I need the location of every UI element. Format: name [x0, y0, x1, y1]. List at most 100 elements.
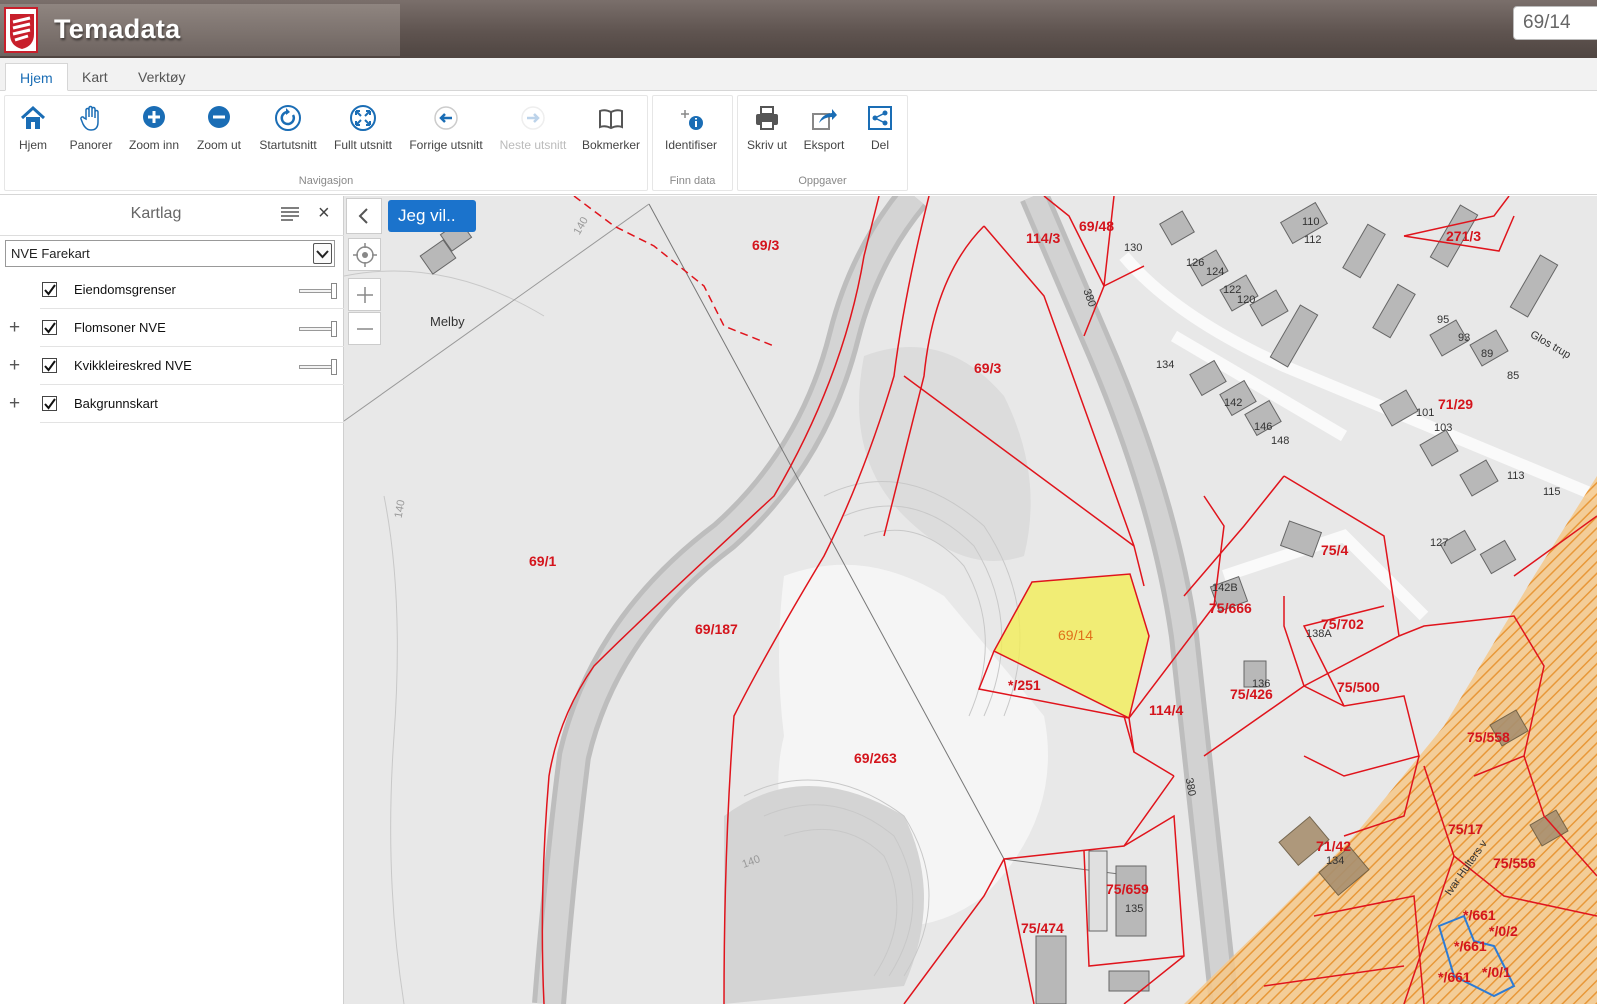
- bokmerker-label: Bokmerker: [581, 138, 640, 152]
- forward-arrow-icon: [495, 104, 571, 134]
- map-zoom-out-button[interactable]: [348, 312, 381, 345]
- layer-name: Kvikkleireskred NVE: [74, 358, 192, 373]
- identifiser-label: Identifiser: [664, 138, 718, 152]
- hjem-label: Hjem: [18, 138, 47, 152]
- map-zoom-in-button[interactable]: [348, 278, 381, 311]
- chevron-down-icon[interactable]: [313, 243, 332, 264]
- slider-handle[interactable]: [331, 359, 337, 375]
- tab-verktoy[interactable]: Verktøy: [124, 63, 199, 91]
- search-input[interactable]: 69/14: [1513, 6, 1597, 40]
- plus-icon: [356, 287, 373, 303]
- parcel-label: */251: [1008, 677, 1041, 693]
- opacity-slider[interactable]: [299, 359, 337, 375]
- neste-utsnitt-button[interactable]: Neste utsnitt: [495, 104, 571, 152]
- parcel-label: 75/500: [1337, 679, 1380, 695]
- place-name: Melby: [430, 314, 465, 329]
- layer-checkbox[interactable]: [42, 282, 57, 297]
- panorer-label: Panorer: [69, 138, 113, 152]
- house-number: 113: [1507, 470, 1525, 482]
- neste-utsnitt-label: Neste utsnitt: [499, 138, 567, 152]
- house-number: 142: [1224, 397, 1243, 409]
- group-finn-data: Identifiser Finn data: [652, 95, 733, 191]
- parcel-label: 69/3: [974, 360, 1002, 376]
- house-number: 112: [1304, 234, 1322, 246]
- parcel-label: 71/29: [1438, 396, 1474, 412]
- forrige-utsnitt-button[interactable]: Forrige utsnitt: [408, 104, 484, 152]
- house-number: 135: [1125, 903, 1144, 915]
- layer-name: Flomsoner NVE: [74, 320, 166, 335]
- parcel-label: */0/2: [1489, 923, 1518, 939]
- parcel-label: 69/48: [1079, 218, 1115, 234]
- locate-button[interactable]: [348, 238, 381, 271]
- back-arrow-icon: [408, 104, 484, 134]
- select-value: NVE Farekart: [11, 246, 90, 261]
- municipality-logo: [4, 7, 38, 53]
- expand-icon[interactable]: +: [9, 393, 25, 415]
- house-number: 134: [1326, 855, 1345, 867]
- parcel-label: */0/1: [1482, 964, 1511, 980]
- layer-name: Bakgrunnskart: [74, 396, 158, 411]
- del-button[interactable]: Del: [842, 104, 918, 152]
- fullt-utsnitt-button[interactable]: Fullt utsnitt: [325, 104, 401, 152]
- identifiser-button[interactable]: Identifiser: [653, 104, 729, 152]
- tab-kart[interactable]: Kart: [68, 63, 122, 91]
- brand-bar: Temadata: [0, 4, 400, 56]
- house-number: 146: [1254, 421, 1273, 433]
- house-number: 134: [1156, 359, 1175, 371]
- parcel-label: 75/474: [1021, 920, 1064, 936]
- bokmerker-button[interactable]: Bokmerker: [573, 104, 649, 152]
- opacity-slider[interactable]: [299, 321, 337, 337]
- house-number: 103: [1434, 422, 1453, 434]
- jeg-vil-button[interactable]: Jeg vil..: [388, 200, 476, 232]
- map-theme-select[interactable]: NVE Farekart: [5, 240, 335, 267]
- group-label-navigasjon: Navigasjon: [298, 175, 354, 187]
- collapse-panel-button[interactable]: [346, 198, 382, 234]
- identify-icon: [653, 104, 729, 134]
- parcel-label: 114/3: [1026, 230, 1061, 246]
- layer-row-kvikkleireskred: + Kvikkleireskred NVE: [0, 347, 344, 385]
- parcel-label: 69/263: [854, 750, 897, 766]
- zoom-ut-button[interactable]: Zoom ut: [181, 104, 257, 152]
- slider-handle[interactable]: [331, 321, 337, 337]
- parcel-label: 75/659: [1106, 881, 1149, 897]
- eksport-label: Eksport: [803, 138, 845, 152]
- opacity-slider[interactable]: [299, 283, 337, 299]
- parcel-label: 75/666: [1209, 600, 1252, 616]
- parcel-label: 71/42: [1316, 838, 1352, 854]
- expand-icon[interactable]: +: [9, 355, 25, 377]
- house-number: 101: [1416, 407, 1435, 419]
- startutsnitt-label: Startutsnitt: [259, 138, 317, 152]
- layer-name: Eiendomsgrenser: [74, 282, 176, 297]
- app-header: Temadata 69/14: [0, 0, 1597, 58]
- startutsnitt-button[interactable]: Startutsnitt: [250, 104, 326, 152]
- layer-row-eiendomsgrenser: Eiendomsgrenser: [0, 271, 344, 309]
- layer-row-flomsoner: + Flomsoner NVE: [0, 309, 344, 347]
- layer-checkbox[interactable]: [42, 358, 57, 373]
- layer-checkbox[interactable]: [42, 396, 57, 411]
- house-number: 148: [1271, 435, 1290, 447]
- crosshair-icon: [352, 243, 377, 267]
- slider-handle[interactable]: [331, 283, 337, 299]
- parcel-label: */661: [1454, 938, 1487, 954]
- group-label-finn-data: Finn data: [669, 175, 716, 187]
- tab-hjem[interactable]: Hjem: [5, 63, 68, 91]
- layer-checkbox[interactable]: [42, 320, 57, 335]
- parcel-label: 75/556: [1493, 855, 1536, 871]
- app-title: Temadata: [54, 14, 181, 44]
- map-view[interactable]: 69/3 114/3 69/48 271/3 69/3 71/29 69/1 7…: [344, 196, 1597, 1004]
- fullscreen-icon: [325, 104, 401, 134]
- map-canvas: [344, 196, 1597, 1004]
- menu-icon[interactable]: [281, 207, 299, 226]
- house-number: 142B: [1212, 582, 1238, 594]
- panel-title: Kartlag: [130, 205, 182, 222]
- house-number: 89: [1481, 348, 1494, 360]
- house-number: 138A: [1306, 628, 1332, 640]
- house-number: 85: [1507, 370, 1520, 382]
- house-number: 110: [1302, 216, 1320, 228]
- selected-parcel-label: 69/14: [1058, 627, 1094, 643]
- layers-panel: Kartlag × NVE Farekart Eiendomsgrenser +…: [0, 196, 344, 1004]
- house-number: 115: [1543, 486, 1561, 498]
- close-icon[interactable]: ×: [318, 202, 330, 225]
- forrige-utsnitt-label: Forrige utsnitt: [409, 138, 483, 152]
- expand-icon[interactable]: +: [9, 317, 25, 339]
